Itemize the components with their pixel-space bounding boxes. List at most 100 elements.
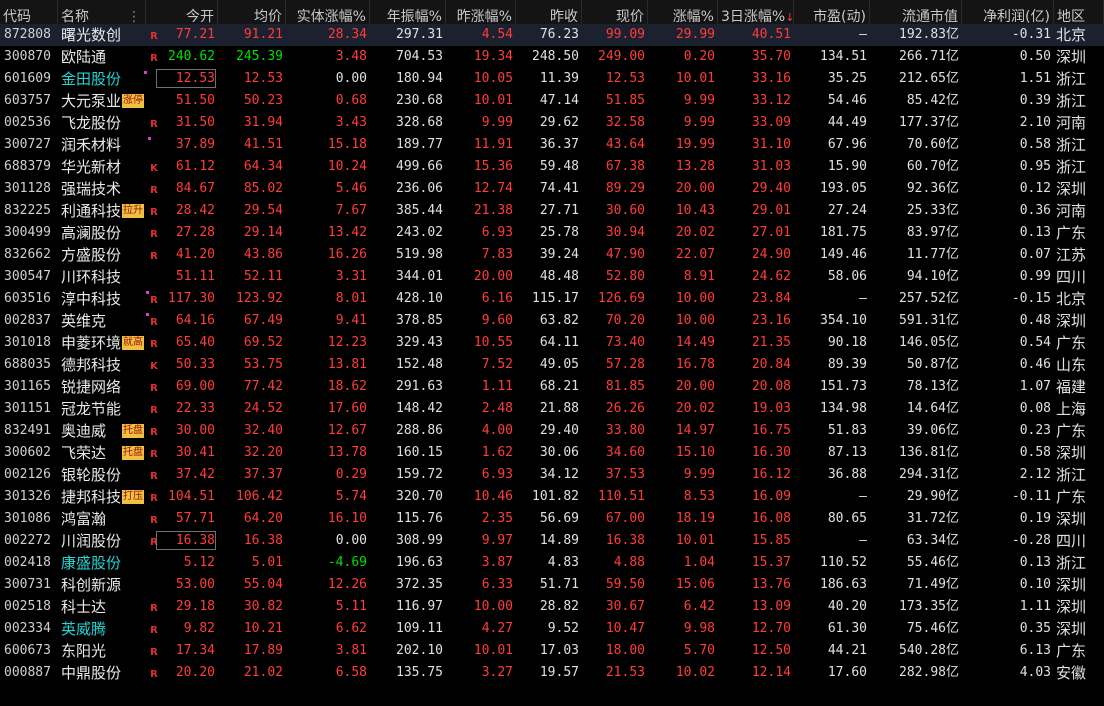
stock-name-cell[interactable]: 科士达 xyxy=(58,596,146,618)
table-row[interactable]: 872808 曙光数创 R 77.21 91.21 28.34 297.31 4.54 76.2… xyxy=(0,24,1104,46)
chg3-cell: 16.08 xyxy=(751,511,791,526)
prev-pct-cell: 7.52 xyxy=(481,357,513,372)
price-cell: 10.47 xyxy=(605,621,645,636)
table-row[interactable]: 603757 大元泵业 涨停 51.50 50.23 0.68 230.68 10.01 47.… xyxy=(0,90,1104,112)
table-row[interactable]: 301326 捷邦科技 打压 R 104.51 106.42 5.74 320.70 10.46… xyxy=(0,486,1104,508)
amp-cell: 291.63 xyxy=(396,379,443,394)
table-row[interactable]: 601609 金田股份 12.53 12.53 0.00 180.94 10.05 11.39… xyxy=(0,68,1104,90)
avg-cell: 30.82 xyxy=(243,599,283,614)
stock-name-cell[interactable]: 华光新材 xyxy=(58,156,146,178)
pe-cell: 54.46 xyxy=(827,93,867,108)
region-cell: 浙江 xyxy=(1056,158,1087,176)
stock-code-cell: 002272 xyxy=(4,533,51,548)
table-row[interactable]: 832662 方盛股份 R 41.20 43.86 16.26 519.98 7.83 39.2… xyxy=(0,244,1104,266)
mcap-cell: 63.34亿 xyxy=(906,533,959,548)
stock-name-cell[interactable]: 康盛股份 xyxy=(58,552,146,574)
table-row[interactable]: 300731 科创新源 53.00 55.04 12.26 372.35 6.33 51.71… xyxy=(0,574,1104,596)
table-row[interactable]: 300547 川环科技 51.11 52.11 3.31 344.01 20.00 48.48… xyxy=(0,266,1104,288)
table-row[interactable]: 002536 飞龙股份 R 31.50 31.94 3.43 328.68 9.99 29.62… xyxy=(0,112,1104,134)
open-cell: 16.38 xyxy=(175,533,215,548)
table-row[interactable]: 832491 奥迪威 托盘 R 30.00 32.40 12.67 288.86 4.00 29.… xyxy=(0,420,1104,442)
stock-name-cell[interactable]: 英威腾 xyxy=(58,618,146,640)
table-row[interactable]: 301128 强瑞技术 R 84.67 85.02 5.46 236.06 12.74 74.4… xyxy=(0,178,1104,200)
table-row[interactable]: 688379 华光新材 K 61.12 64.34 10.24 499.66 15.36 59.… xyxy=(0,156,1104,178)
stock-name-cell[interactable]: 欧陆通 xyxy=(58,46,146,68)
avg-cell: 64.20 xyxy=(243,511,283,526)
prev-close-cell: 29.62 xyxy=(539,115,579,130)
stock-name-cell[interactable]: 淳中科技 xyxy=(58,288,146,310)
table-row[interactable]: 002837 英维克 R 64.16 67.49 9.41 378.85 9.60 63.82 7… xyxy=(0,310,1104,332)
table-row[interactable]: 002126 银轮股份 R 37.42 37.37 0.29 159.72 6.93 34.12… xyxy=(0,464,1104,486)
chg-cell: 16.78 xyxy=(675,357,715,372)
body-pct-cell: 6.62 xyxy=(335,621,367,636)
stock-name-cell[interactable]: 冠龙节能 xyxy=(58,398,146,420)
stock-name-cell[interactable]: 锐捷网络 xyxy=(58,376,146,398)
price-cell: 70.20 xyxy=(605,313,645,328)
table-row[interactable]: 300870 欧陆通 R 240.62 245.39 3.48 704.53 19.34 248… xyxy=(0,46,1104,68)
prev-pct-cell: 9.60 xyxy=(481,313,513,328)
region-cell: 四川 xyxy=(1056,268,1087,286)
chg3-cell: 33.12 xyxy=(751,93,791,108)
table-row[interactable]: 301018 申菱环境 就高 R 65.40 69.52 12.23 329.43 10.55 6… xyxy=(0,332,1104,354)
stock-name-cell[interactable]: 润禾材料 xyxy=(58,134,146,156)
amp-cell: 320.70 xyxy=(396,489,443,504)
stock-name-cell[interactable]: 飞龙股份 xyxy=(58,112,146,134)
table-row[interactable]: 301086 鸿富瀚 R 57.71 64.20 16.10 115.76 2.35 56.69… xyxy=(0,508,1104,530)
amp-cell: 159.72 xyxy=(396,467,443,482)
pe-cell: 193.05 xyxy=(820,181,867,196)
table-row[interactable]: 002334 英威腾 R 9.82 10.21 6.62 109.11 4.27 9.52 10.… xyxy=(0,618,1104,640)
prev-pct-cell: 3.27 xyxy=(481,665,513,680)
table-row[interactable]: 301151 冠龙节能 R 22.33 24.52 17.60 148.42 2.48 21.8… xyxy=(0,398,1104,420)
stock-name-cell[interactable]: 川环科技 xyxy=(58,266,146,288)
stock-code-cell: 601609 xyxy=(4,71,51,86)
body-pct-cell: 3.48 xyxy=(335,49,367,64)
table-row[interactable]: 300602 飞荣达 托盘 R 30.41 32.20 13.78 160.15 1.62 30.… xyxy=(0,442,1104,464)
table-row[interactable]: 832225 利通科技 拉升 R 28.42 29.54 7.67 385.44 21.38 27… xyxy=(0,200,1104,222)
table-row[interactable]: 000887 中鼎股份 R 20.20 21.02 6.58 135.75 3.27 19.57… xyxy=(0,662,1104,684)
chg-cell: 10.01 xyxy=(675,71,715,86)
price-cell: 51.85 xyxy=(605,93,645,108)
stock-name-cell[interactable]: 川润股份 xyxy=(58,530,146,552)
body-pct-cell: 6.58 xyxy=(335,665,367,680)
open-cell: 37.89 xyxy=(175,137,215,152)
stock-name-cell[interactable]: 方盛股份 xyxy=(58,244,146,266)
stock-name-cell[interactable]: 曙光数创 xyxy=(58,24,146,46)
table-row[interactable]: 002272 川润股份 R 16.38 16.38 0.00 308.99 9.97 14.89… xyxy=(0,530,1104,552)
chg3-cell: 16.09 xyxy=(751,489,791,504)
table-row[interactable]: 301165 锐捷网络 R 69.00 77.42 18.62 291.63 1.11 68.2… xyxy=(0,376,1104,398)
np-cell: 6.13 xyxy=(1019,643,1051,658)
stock-name-cell[interactable]: 鸿富瀚 xyxy=(58,508,146,530)
stock-name-cell[interactable]: 中鼎股份 xyxy=(58,662,146,684)
prev-close-cell: 25.78 xyxy=(539,225,579,240)
stock-name-cell[interactable]: 金田股份 xyxy=(58,68,146,90)
stock-name-cell[interactable]: 强瑞技术 xyxy=(58,178,146,200)
avg-cell: 52.11 xyxy=(243,269,283,284)
table-row[interactable]: 688035 德邦科技 K 50.33 53.75 13.81 152.48 7.52 49.0… xyxy=(0,354,1104,376)
stock-code-cell: 688379 xyxy=(4,159,51,174)
region-cell: 广东 xyxy=(1056,642,1087,660)
prev-close-cell: 9.52 xyxy=(547,621,579,636)
table-row[interactable]: 603516 淳中科技 R 117.30 123.92 8.01 428.10 6.16 115… xyxy=(0,288,1104,310)
mcap-cell: 78.13亿 xyxy=(906,379,959,394)
table-row[interactable]: 002518 科士达 R 29.18 30.82 5.11 116.97 10.00 28.82… xyxy=(0,596,1104,618)
table-row[interactable]: 300499 高澜股份 R 27.28 29.14 13.42 243.02 6.93 25.7… xyxy=(0,222,1104,244)
open-cell: 77.21 xyxy=(175,27,215,42)
stock-name-cell[interactable]: 英维克 xyxy=(58,310,146,332)
body-pct-cell: 3.43 xyxy=(335,115,367,130)
stock-name-cell[interactable]: 科创新源 xyxy=(58,574,146,596)
amp-cell: 230.68 xyxy=(396,93,443,108)
open-cell: 65.40 xyxy=(175,335,215,350)
price-cell: 57.28 xyxy=(605,357,645,372)
table-row[interactable]: 600673 东阳光 R 17.34 17.89 3.81 202.10 10.01 17.03… xyxy=(0,640,1104,662)
open-cell: 64.16 xyxy=(175,313,215,328)
stock-name-cell[interactable]: 银轮股份 xyxy=(58,464,146,486)
stock-name-cell[interactable]: 德邦科技 xyxy=(58,354,146,376)
table-row[interactable]: 002418 康盛股份 5.12 5.01 -4.69 196.63 3.87 4.83 4.8… xyxy=(0,552,1104,574)
stock-name-cell[interactable]: 东阳光 xyxy=(58,640,146,662)
stock-name-cell[interactable]: 高澜股份 xyxy=(58,222,146,244)
stock-signal-tag: 托盘 xyxy=(122,424,144,438)
chg-cell: 19.99 xyxy=(675,137,715,152)
table-row[interactable]: 300727 润禾材料 37.89 41.51 15.18 189.77 11.91 36.3… xyxy=(0,134,1104,156)
mcap-cell: 266.71亿 xyxy=(899,49,959,64)
stock-code-cell: 002837 xyxy=(4,313,51,328)
